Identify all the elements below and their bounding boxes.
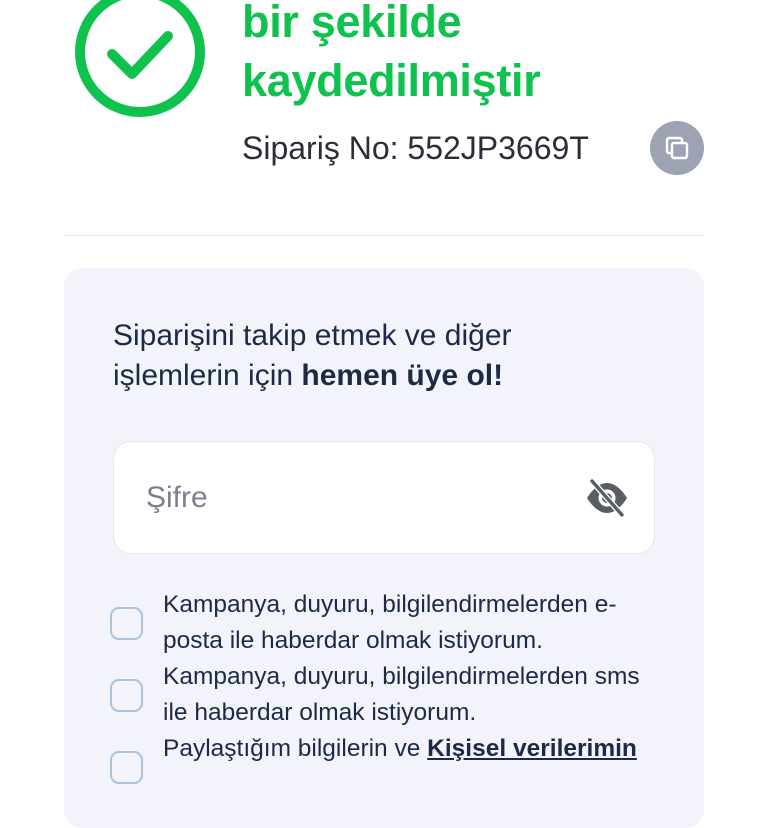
consent-kvkk-prefix: Paylaştığım bilgilerin ve (163, 735, 428, 762)
success-title: bir şekilde kaydedilmiştir (242, 0, 722, 110)
consent-kvkk-text: Paylaştığım bilgilerin ve Kişisel verile… (163, 731, 653, 767)
order-number-label: Sipariş No: (242, 129, 408, 166)
consent-sms-checkbox[interactable] (110, 679, 143, 712)
password-field (113, 441, 655, 554)
copy-order-number-button[interactable] (650, 121, 704, 175)
signup-prompt: Siparişini takip etmek ve diğer işlemler… (113, 316, 633, 396)
order-number-value: 552JP3669T (407, 129, 589, 166)
personal-data-link[interactable]: Kişisel verilerimin (427, 735, 637, 762)
password-visibility-toggle[interactable] (584, 476, 630, 520)
consent-email-checkbox[interactable] (110, 607, 143, 640)
success-check-icon (75, 0, 205, 117)
copy-icon (665, 136, 689, 160)
signup-prompt-emphasis: hemen üye ol! (301, 359, 504, 392)
password-input[interactable] (146, 442, 566, 553)
eye-off-icon (587, 478, 627, 518)
success-title-line1: bir şekilde (242, 0, 462, 47)
consent-sms-text: Kampanya, duyuru, bilgilendirmelerden sm… (163, 663, 640, 726)
section-divider (64, 235, 704, 236)
consent-email-text: Kampanya, duyuru, bilgilendirmelerden e-… (163, 591, 617, 654)
order-number-row: Sipariş No: 552JP3669T (242, 126, 589, 170)
success-title-line2: kaydedilmiştir (242, 55, 541, 106)
